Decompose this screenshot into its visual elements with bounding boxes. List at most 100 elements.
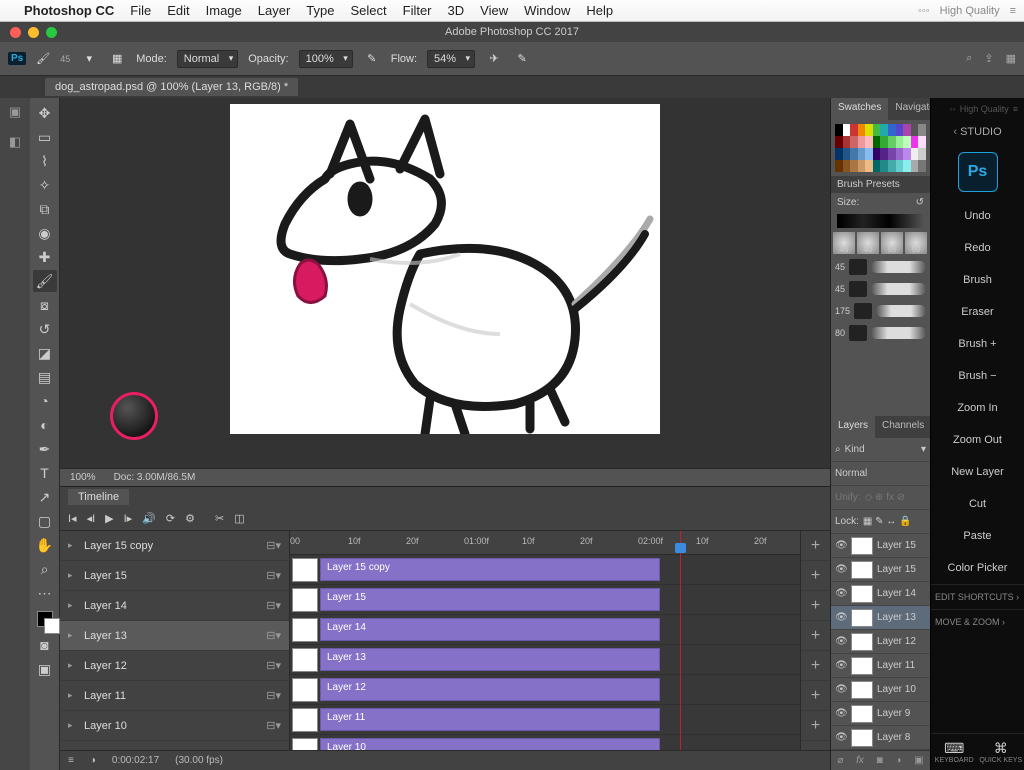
tl-row-opts-icon[interactable]: ⊟▾: [266, 689, 281, 702]
swatch[interactable]: [903, 148, 911, 160]
brush-size-slider[interactable]: [837, 214, 924, 228]
swatch[interactable]: [873, 136, 881, 148]
visibility-icon[interactable]: 👁: [835, 588, 847, 599]
swatch[interactable]: [865, 124, 873, 136]
add-track-button[interactable]: +: [801, 591, 830, 621]
adjustment-icon[interactable]: ◑: [895, 755, 901, 766]
swatch[interactable]: [835, 160, 843, 172]
mode-select[interactable]: Normal: [177, 50, 238, 68]
brush-stroke-preview[interactable]: [876, 305, 926, 317]
brush-reset-icon[interactable]: ↺: [916, 197, 924, 208]
add-track-button[interactable]: +: [801, 711, 830, 741]
transition-button[interactable]: ◫: [234, 512, 244, 525]
pressure-opacity-icon[interactable]: ✎: [363, 50, 381, 68]
timeline-track[interactable]: Layer 12: [290, 675, 800, 705]
path-tool-icon[interactable]: ↗: [33, 486, 57, 508]
flow-select[interactable]: 54%: [427, 50, 475, 68]
add-track-button[interactable]: +: [801, 651, 830, 681]
swatch[interactable]: [858, 160, 866, 172]
studio-shortcut[interactable]: Brush −: [931, 360, 1024, 392]
layer-filter-toggle[interactable]: ▾: [921, 444, 926, 455]
tl-row-opts-icon[interactable]: ⊟▾: [266, 659, 281, 672]
close-window-button[interactable]: [10, 27, 21, 38]
pen-tool-icon[interactable]: ✒: [33, 438, 57, 460]
brush-stroke-thumb[interactable]: [849, 325, 867, 341]
expand-icon[interactable]: ▸: [68, 720, 78, 731]
tab-channels[interactable]: Channels: [875, 416, 931, 438]
brush-presets-title[interactable]: Brush Presets: [831, 176, 930, 193]
expand-icon[interactable]: ▸: [68, 540, 78, 551]
timeline-layer-row[interactable]: ▸Layer 15⊟▾: [60, 561, 289, 591]
swatch[interactable]: [903, 136, 911, 148]
brush-stroke-thumb[interactable]: [854, 303, 872, 319]
swatch[interactable]: [850, 136, 858, 148]
keyboard-button[interactable]: ⌨KEYBOARD: [931, 734, 978, 770]
studio-shortcut[interactable]: Zoom In: [931, 392, 1024, 424]
share-icon[interactable]: ⇪: [984, 52, 993, 65]
swatch[interactable]: [850, 148, 858, 160]
expand-icon[interactable]: ▸: [68, 690, 78, 701]
timeline-layer-row[interactable]: ▸Layer 12⊟▾: [60, 651, 289, 681]
timeline-layer-row[interactable]: ▸Layer 13⊟▾: [60, 621, 289, 651]
timeline-track[interactable]: Layer 15 copy: [290, 555, 800, 585]
magic-wand-tool-icon[interactable]: ✧: [33, 174, 57, 196]
studio-shortcut[interactable]: Redo: [931, 232, 1024, 264]
brush-tool-icon[interactable]: 🖌: [36, 52, 50, 65]
timeline-track[interactable]: Layer 15: [290, 585, 800, 615]
menu-view[interactable]: View: [480, 3, 508, 18]
fx-icon[interactable]: fx: [856, 755, 864, 766]
brush-preset[interactable]: 55: [881, 232, 903, 254]
marquee-tool-icon[interactable]: ▭: [33, 126, 57, 148]
timeline-ruler[interactable]: 0010f20f01:00f10f20f02:00f10f20f03:00f: [290, 531, 800, 555]
visibility-icon[interactable]: 👁: [835, 708, 847, 719]
add-track-button[interactable]: +: [801, 531, 830, 561]
swatch[interactable]: [873, 148, 881, 160]
app-name[interactable]: Photoshop CC: [24, 3, 114, 18]
zoom-readout[interactable]: 100%: [70, 472, 96, 483]
studio-shortcut[interactable]: Color Picker: [931, 552, 1024, 584]
brush-stroke-preview[interactable]: [871, 327, 926, 339]
swatch[interactable]: [835, 148, 843, 160]
timeline-layer-row[interactable]: ▸Layer 14⊟▾: [60, 591, 289, 621]
timeline-track[interactable]: Layer 13: [290, 645, 800, 675]
swatch[interactable]: [903, 160, 911, 172]
settings-button[interactable]: ⚙: [185, 512, 195, 525]
quickkeys-button[interactable]: ⌘QUICK KEYS: [978, 734, 1024, 770]
tl-row-opts-icon[interactable]: ⊟▾: [266, 629, 281, 642]
layer-row[interactable]: 👁Layer 15: [831, 558, 930, 582]
link-layers-icon[interactable]: ⌀: [837, 755, 843, 766]
swatch[interactable]: [858, 148, 866, 160]
brush-stroke-preview[interactable]: [871, 261, 926, 273]
next-frame-button[interactable]: I▸: [124, 512, 133, 525]
app-icon-ps[interactable]: Ps: [958, 152, 998, 192]
history-brush-tool-icon[interactable]: ↺: [33, 318, 57, 340]
swatch[interactable]: [865, 160, 873, 172]
brush-stroke-preview[interactable]: [871, 283, 926, 295]
menu-layer[interactable]: Layer: [258, 3, 291, 18]
swatch[interactable]: [865, 148, 873, 160]
video-clip[interactable]: Layer 13: [320, 648, 660, 671]
expand-icon[interactable]: ▸: [68, 600, 78, 611]
visibility-icon[interactable]: 👁: [835, 564, 847, 575]
layer-row[interactable]: 👁Layer 12: [831, 630, 930, 654]
mask-icon[interactable]: ◙: [877, 755, 883, 766]
tab-swatches[interactable]: Swatches: [831, 98, 888, 120]
canvas[interactable]: [230, 104, 660, 434]
video-clip[interactable]: Layer 12: [320, 678, 660, 701]
timeline-tracks[interactable]: 0010f20f01:00f10f20f02:00f10f20f03:00f L…: [290, 531, 800, 750]
blend-mode[interactable]: Normal: [835, 468, 867, 479]
layer-kind[interactable]: Kind: [845, 444, 865, 455]
properties-panel-icon[interactable]: ◧: [9, 134, 21, 150]
video-clip[interactable]: Layer 10: [320, 738, 660, 750]
swatch[interactable]: [843, 136, 851, 148]
audio-button[interactable]: 🔊: [142, 512, 156, 525]
stamp-tool-icon[interactable]: ⧇: [33, 294, 57, 316]
swatch[interactable]: [888, 160, 896, 172]
swatch[interactable]: [911, 136, 919, 148]
first-frame-button[interactable]: I◂: [68, 512, 77, 525]
visibility-icon[interactable]: 👁: [835, 540, 847, 551]
video-clip[interactable]: Layer 15 copy: [320, 558, 660, 581]
lasso-tool-icon[interactable]: ⌇: [33, 150, 57, 172]
layer-row[interactable]: 👁Layer 11: [831, 654, 930, 678]
hand-tool-icon[interactable]: ✋: [33, 534, 57, 556]
